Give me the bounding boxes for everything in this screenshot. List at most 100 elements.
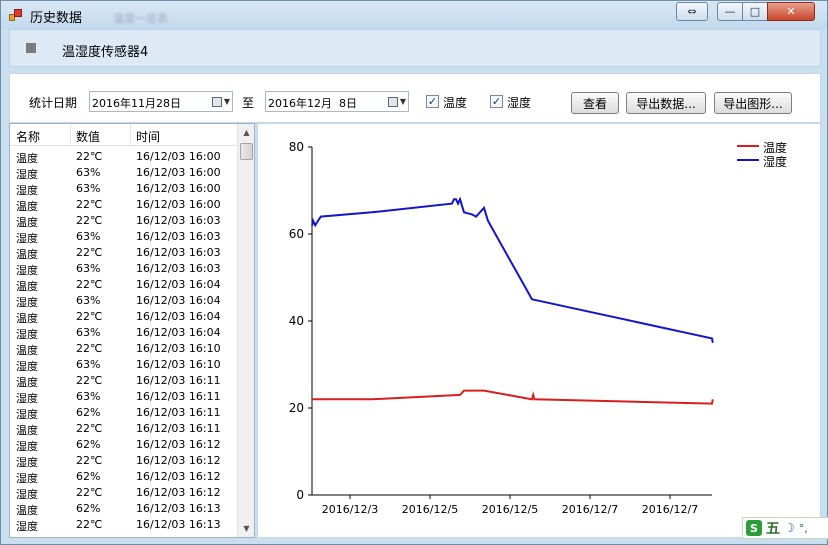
ime-mode-text[interactable]: 五 — [766, 518, 780, 538]
table-row[interactable]: 湿度 63% 16/12/03 16:00 — [10, 165, 238, 181]
legend-item: 温度 — [737, 139, 817, 155]
table-row[interactable]: 湿度 63% 16/12/03 16:10 — [10, 357, 238, 373]
legend-label-humidity: 湿度 — [763, 155, 788, 169]
row-name: 湿度 — [16, 264, 38, 277]
table-row[interactable]: 湿度 22℃ 16/12/03 16:13 — [10, 517, 238, 533]
legend-swatch-temperature — [737, 145, 759, 147]
table-row[interactable]: 湿度 63% 16/12/03 16:11 — [10, 389, 238, 405]
row-value: 63% — [76, 294, 101, 307]
row-time: 16/12/03 16:04 — [136, 294, 221, 307]
row-value: 22℃ — [76, 454, 103, 467]
close-button[interactable]: ✕ — [767, 2, 815, 21]
row-time: 16/12/03 16:03 — [136, 246, 221, 259]
calendar-dropdown-icon[interactable]: ▼ — [388, 94, 406, 109]
temperature-checkbox[interactable]: ✓ — [426, 95, 439, 108]
ime-tray[interactable]: S 五 ☽ °, — [742, 517, 828, 539]
sensor-name: 温湿度传感器4 — [62, 45, 149, 60]
table-row[interactable]: 湿度 22℃ 16/12/03 16:12 — [10, 453, 238, 469]
table-row[interactable]: 湿度 62% 16/12/03 16:12 — [10, 469, 238, 485]
scroll-thumb[interactable] — [240, 143, 253, 160]
end-date-value: 2016年12月 8日 — [268, 97, 357, 110]
column-header-time[interactable]: 时间 — [136, 128, 160, 145]
row-name: 温度 — [16, 200, 38, 213]
row-value: 22℃ — [76, 246, 103, 259]
table-row[interactable]: 湿度 62% 16/12/03 16:12 — [10, 437, 238, 453]
export-data-button[interactable]: 导出数据... — [626, 92, 706, 114]
maximize-button[interactable]: □ — [742, 2, 768, 21]
row-value: 63% — [76, 262, 101, 275]
calendar-dropdown-icon[interactable]: ▼ — [212, 94, 230, 109]
row-value: 22℃ — [76, 310, 103, 323]
table-row[interactable]: 湿度 63% 16/12/03 16:03 — [10, 261, 238, 277]
row-time: 16/12/03 16:13 — [136, 518, 221, 531]
temperature-checkbox-label: 温度 — [443, 96, 468, 110]
table-row[interactable]: 湿度 63% 16/12/03 16:04 — [10, 325, 238, 341]
row-time: 16/12/03 16:11 — [136, 406, 221, 419]
row-name: 湿度 — [16, 360, 38, 373]
table-row[interactable]: 温度 22℃ 16/12/03 16:11 — [10, 421, 238, 437]
row-name: 温度 — [16, 248, 38, 261]
row-time: 16/12/03 16:04 — [136, 310, 221, 323]
filter-bar: 统计日期 2016年11月28日 ▼ 至 2016年12月 8日 ▼ ✓ 温度 … — [9, 73, 821, 123]
minimize-button[interactable]: — — [717, 2, 743, 21]
row-name: 湿度 — [16, 440, 38, 453]
row-value: 63% — [76, 390, 101, 403]
view-button[interactable]: 查看 — [571, 92, 619, 114]
table-row[interactable]: 温度 22℃ 16/12/03 16:00 — [10, 197, 238, 213]
table-row[interactable]: 湿度 63% 16/12/03 16:03 — [10, 229, 238, 245]
legend-item: 湿度 — [737, 153, 817, 169]
ime-logo-icon[interactable]: S — [746, 520, 762, 536]
row-name: 温度 — [16, 152, 38, 165]
row-value: 63% — [76, 182, 101, 195]
restore-icon[interactable]: ⇔ — [676, 2, 708, 21]
row-time: 16/12/03 16:03 — [136, 230, 221, 243]
row-time: 16/12/03 16:12 — [136, 486, 221, 499]
row-name: 湿度 — [16, 520, 38, 533]
row-name: 湿度 — [16, 392, 38, 405]
table-row[interactable]: 湿度 63% 16/12/03 16:00 — [10, 181, 238, 197]
row-time: 16/12/03 16:03 — [136, 214, 221, 227]
row-value: 22℃ — [76, 342, 103, 355]
table-row[interactable]: 温度 22℃ 16/12/03 16:00 — [10, 149, 238, 165]
column-header-name[interactable]: 名称 — [16, 128, 40, 145]
chart-panel: 0 20 40 60 80 2016/12/3 2016/12/5 2016/12/5 2016… — [257, 123, 821, 538]
title-bar[interactable]: 历史数据 温度一览表 ⇔ — □ ✕ — [1, 1, 827, 29]
table-row[interactable]: 湿度 63% 16/12/03 16:04 — [10, 293, 238, 309]
row-name: 湿度 — [16, 296, 38, 309]
scroll-up-icon[interactable]: ▲ — [238, 124, 254, 141]
punctuation-icon[interactable]: °, — [799, 522, 808, 535]
column-header-value[interactable]: 数值 — [76, 128, 100, 145]
start-date-value: 2016年11月28日 — [92, 97, 181, 110]
moon-icon[interactable]: ☽ — [784, 521, 795, 535]
table-row[interactable]: 温度 22℃ 16/12/03 16:11 — [10, 373, 238, 389]
row-name: 温度 — [16, 344, 38, 357]
humidity-checkbox[interactable]: ✓ — [490, 95, 503, 108]
row-name: 湿度 — [16, 328, 38, 341]
row-time: 16/12/03 16:00 — [136, 150, 221, 163]
list-scrollbar[interactable]: ▲ ▼ — [237, 124, 254, 537]
table-row[interactable]: 湿度 22℃ 16/12/03 16:12 — [10, 485, 238, 501]
table-row[interactable]: 温度 22℃ 16/12/03 16:03 — [10, 213, 238, 229]
row-value: 22℃ — [76, 150, 103, 163]
table-row[interactable]: 温度 22℃ 16/12/03 16:04 — [10, 277, 238, 293]
row-time: 16/12/03 16:03 — [136, 262, 221, 275]
sensor-header: 温湿度传感器4 — [9, 29, 821, 67]
table-row[interactable]: 温度 22℃ 16/12/03 16:10 — [10, 341, 238, 357]
table-row[interactable]: 温度 62% 16/12/03 16:13 — [10, 501, 238, 517]
history-list[interactable]: 名称 数值 时间 温度 22℃ 16/12/03 16:00 湿度 63% 16/12/0… — [9, 123, 255, 538]
scroll-down-icon[interactable]: ▼ — [238, 520, 254, 537]
row-time: 16/12/03 16:11 — [136, 374, 221, 387]
x-tick-label: 2016/12/3 — [322, 503, 378, 516]
export-chart-button[interactable]: 导出图形... — [714, 92, 792, 114]
row-name: 湿度 — [16, 232, 38, 245]
table-row[interactable]: 温度 22℃ 16/12/03 16:04 — [10, 309, 238, 325]
table-row[interactable]: 湿度 62% 16/12/03 16:11 — [10, 405, 238, 421]
list-header: 名称 数值 时间 — [10, 124, 238, 146]
window-title: 历史数据 — [30, 11, 83, 26]
table-row[interactable]: 温度 22℃ 16/12/03 16:03 — [10, 245, 238, 261]
start-date-picker[interactable]: 2016年11月28日 ▼ — [89, 91, 233, 112]
end-date-picker[interactable]: 2016年12月 8日 ▼ — [265, 91, 409, 112]
row-name: 湿度 — [16, 488, 38, 501]
y-tick-label: 0 — [296, 488, 304, 502]
row-value: 22℃ — [76, 374, 103, 387]
